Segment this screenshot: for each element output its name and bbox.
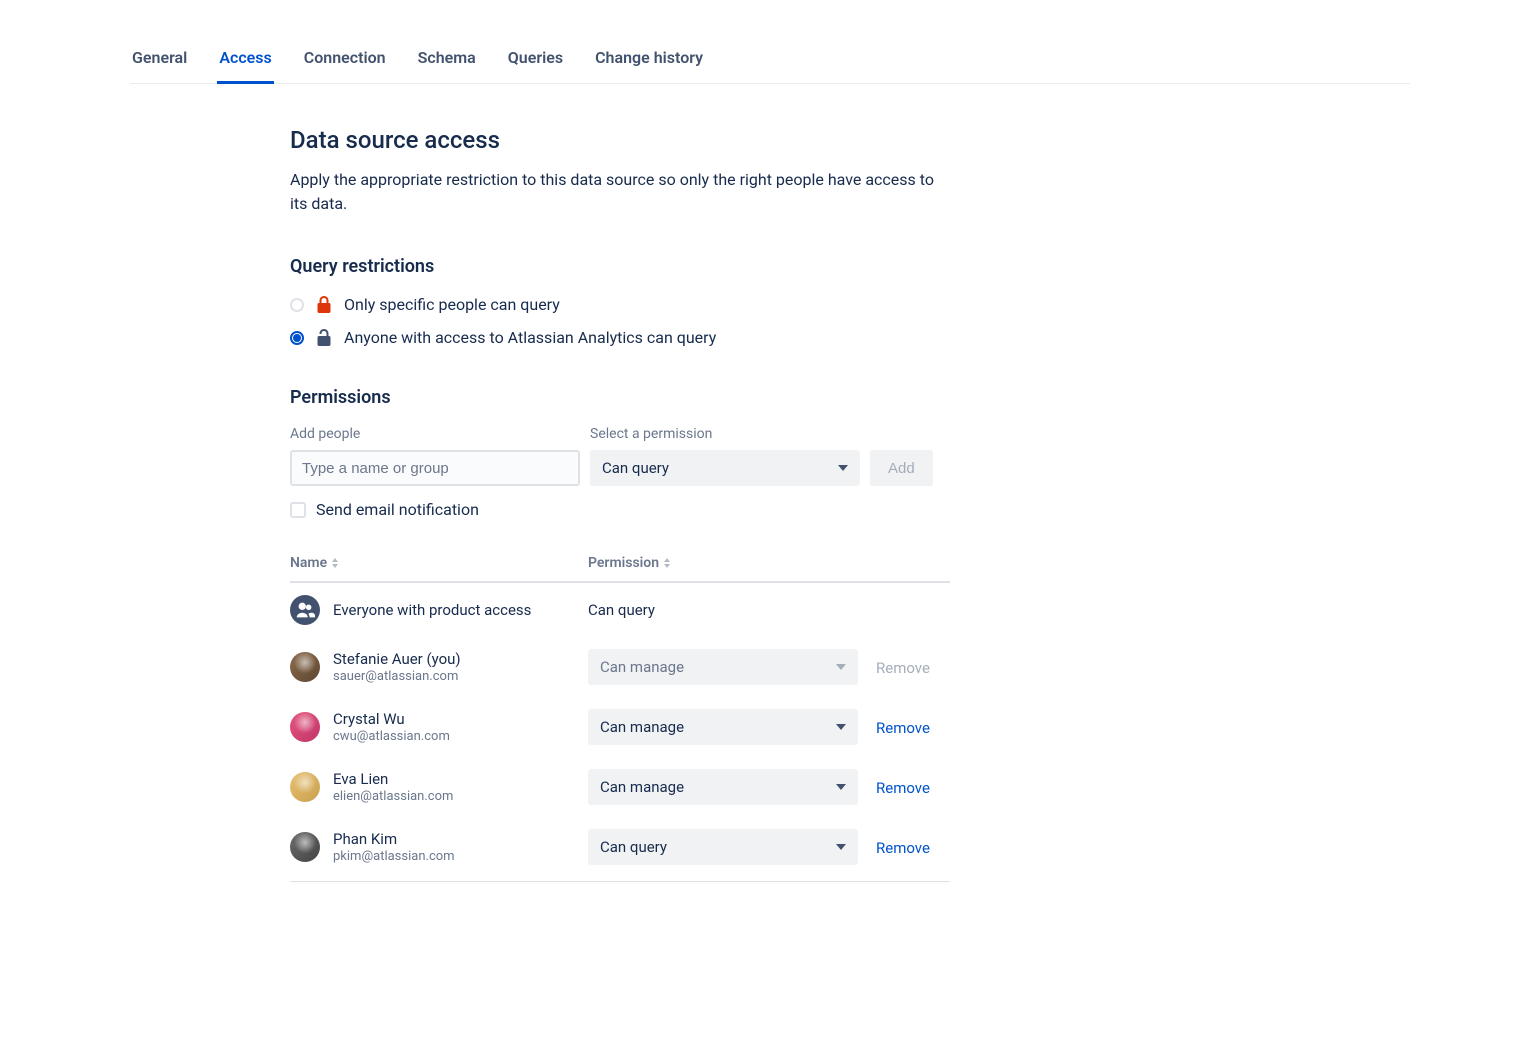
column-permission[interactable]: Permission [588, 555, 950, 571]
remove-button[interactable]: Remove [876, 719, 930, 737]
radio-input[interactable] [290, 298, 304, 312]
permission-value: Can manage [600, 718, 684, 736]
column-name[interactable]: Name [290, 555, 588, 571]
avatar [290, 772, 320, 802]
tab-general[interactable]: General [130, 40, 189, 84]
restriction-label: Anyone with access to Atlassian Analytic… [344, 328, 716, 347]
avatar [290, 832, 320, 862]
add-people-input[interactable] [290, 450, 580, 486]
permission-value: Can manage [600, 778, 684, 796]
permission-value: Can query [600, 838, 667, 856]
sort-icon [331, 558, 339, 568]
permissions-table-header: Name Permission [290, 555, 950, 583]
chevron-down-icon [836, 784, 846, 790]
chevron-down-icon [836, 724, 846, 730]
table-row: Crystal Wu cwu@atlassian.com Can manage … [290, 697, 950, 757]
table-row: Eva Lien elien@atlassian.com Can manage … [290, 757, 950, 817]
notify-checkbox[interactable] [290, 502, 306, 518]
chevron-down-icon [836, 664, 846, 670]
chevron-down-icon [838, 465, 848, 471]
entity-email: elien@atlassian.com [333, 789, 588, 804]
permission-value: Can manage [600, 658, 684, 676]
remove-button: Remove [876, 659, 930, 677]
entity-name: Eva Lien [333, 770, 588, 788]
row-permission-select[interactable]: Can query [588, 829, 858, 865]
row-permission-select[interactable]: Can manage [588, 709, 858, 745]
tab-access[interactable]: Access [217, 40, 273, 84]
tab-change-history[interactable]: Change history [593, 40, 705, 84]
page-title: Data source access [290, 126, 950, 154]
notify-label: Send email notification [316, 500, 479, 519]
tab-schema[interactable]: Schema [416, 40, 478, 84]
remove-button[interactable]: Remove [876, 839, 930, 857]
lock-open-icon [316, 329, 332, 347]
entity-name: Everyone with product access [333, 601, 588, 619]
tabs: General Access Connection Schema Queries… [130, 40, 1410, 84]
remove-button[interactable]: Remove [876, 779, 930, 797]
entity-name: Crystal Wu [333, 710, 588, 728]
row-permission-select: Can manage [588, 649, 858, 685]
avatar [290, 652, 320, 682]
entity-email: sauer@atlassian.com [333, 669, 588, 684]
entity-email: pkim@atlassian.com [333, 849, 588, 864]
entity-email: cwu@atlassian.com [333, 729, 588, 744]
radio-input[interactable] [290, 331, 304, 345]
permission-select-label: Select a permission [590, 426, 860, 442]
tab-connection[interactable]: Connection [302, 40, 388, 84]
table-row: Everyone with product access Can query [290, 583, 950, 637]
table-end-divider [290, 881, 950, 882]
entity-name: Phan Kim [333, 830, 588, 848]
avatar [290, 712, 320, 742]
add-people-label: Add people [290, 426, 580, 442]
chevron-down-icon [836, 844, 846, 850]
restrictions-group: Only specific people can query Anyone wi… [290, 295, 950, 347]
permission-value: Can query [588, 601, 858, 619]
entity-name: Stefanie Auer (you) [333, 650, 588, 668]
table-row: Stefanie Auer (you) sauer@atlassian.com … [290, 637, 950, 697]
row-permission-select[interactable]: Can manage [588, 769, 858, 805]
permissions-heading: Permissions [290, 387, 950, 408]
permission-select-value: Can query [602, 459, 669, 477]
table-row: Phan Kim pkim@atlassian.com Can query Re… [290, 817, 950, 877]
group-icon [290, 595, 320, 625]
add-button[interactable]: Add [870, 450, 933, 486]
restriction-option-specific[interactable]: Only specific people can query [290, 295, 950, 314]
tab-queries[interactable]: Queries [506, 40, 565, 84]
restriction-label: Only specific people can query [344, 295, 560, 314]
page-description: Apply the appropriate restriction to thi… [290, 168, 950, 216]
sort-icon [663, 558, 671, 568]
lock-closed-icon [316, 296, 332, 314]
restrictions-heading: Query restrictions [290, 256, 950, 277]
permission-select[interactable]: Can query [590, 450, 860, 486]
restriction-option-anyone[interactable]: Anyone with access to Atlassian Analytic… [290, 328, 950, 347]
